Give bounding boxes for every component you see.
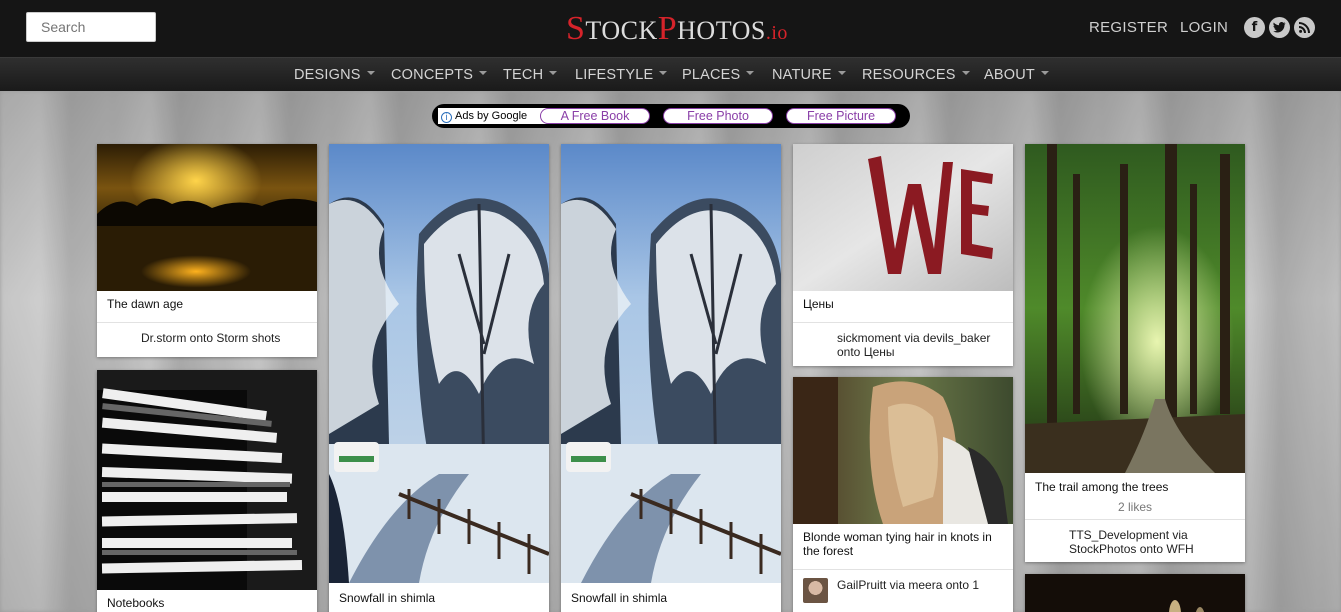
- pin-card[interactable]: Blonde woman tying hair in knots in the …: [793, 377, 1013, 612]
- ad-bar: i Ads by Google A Free Book Free Photo Fr…: [432, 104, 910, 128]
- info-icon: i: [441, 112, 452, 123]
- nav-lifestyle[interactable]: LIFESTYLE: [575, 67, 668, 83]
- pin-image[interactable]: [97, 370, 317, 590]
- nav-nature[interactable]: NATURE: [772, 67, 846, 83]
- avatar[interactable]: [803, 578, 828, 603]
- pin-image[interactable]: [97, 144, 317, 291]
- pin-title[interactable]: Snowfall in shimla: [571, 591, 771, 605]
- ad-link[interactable]: Free Picture: [786, 108, 896, 124]
- login-link[interactable]: LOGIN: [1180, 19, 1228, 36]
- pin-image[interactable]: [329, 144, 549, 583]
- pin-image[interactable]: [793, 144, 1013, 291]
- site-logo[interactable]: STOCKPHOTOS.io: [566, 10, 788, 47]
- likes-count: 2 likes: [1117, 500, 1152, 514]
- chevron-down-icon: [837, 71, 846, 76]
- chevron-down-icon: [549, 71, 558, 76]
- chevron-down-icon: [961, 71, 970, 76]
- pin-image[interactable]: [1025, 574, 1245, 612]
- register-link[interactable]: REGISTER: [1089, 19, 1168, 36]
- pin-card[interactable]: Notebooks: [97, 370, 317, 612]
- pin-card[interactable]: Snowfall in shimla: [329, 144, 549, 612]
- pin-card[interactable]: Цены sickmoment via devils_baker onto Це…: [793, 144, 1013, 366]
- pin-attribution: TTS_Development via StockPhotos onto WFH: [1025, 519, 1245, 562]
- twitter-icon[interactable]: [1269, 17, 1290, 38]
- chevron-down-icon: [659, 71, 668, 76]
- rss-icon[interactable]: [1294, 17, 1315, 38]
- nav-places[interactable]: PLACES: [682, 67, 755, 83]
- ad-link[interactable]: A Free Book: [540, 108, 650, 124]
- search-input[interactable]: [26, 12, 156, 42]
- chevron-down-icon: [746, 71, 755, 76]
- pin-attribution: GailPruitt via meera onto 1: [793, 569, 1013, 612]
- chevron-down-icon: [479, 71, 488, 76]
- top-bar: STOCKPHOTOS.io REGISTER LOGIN f: [0, 0, 1341, 57]
- pin-card[interactable]: Snowfall in shimla: [561, 144, 781, 612]
- pin-title[interactable]: The dawn age: [107, 297, 307, 311]
- pin-card[interactable]: The dawn age Dr.storm onto Storm shots: [97, 144, 317, 357]
- nav-resources[interactable]: RESOURCES: [862, 67, 970, 83]
- chevron-down-icon: [1040, 71, 1049, 76]
- facebook-icon[interactable]: f: [1244, 17, 1265, 38]
- main-nav: DESIGNS CONCEPTS TECH LIFESTYLE PLACES N…: [0, 57, 1341, 91]
- pin-image[interactable]: [561, 144, 781, 583]
- nav-about[interactable]: ABOUT: [984, 67, 1049, 83]
- pin-attribution: Dr.storm onto Storm shots: [97, 322, 317, 357]
- nav-designs[interactable]: DESIGNS: [294, 67, 375, 83]
- pin-title[interactable]: Notebooks: [107, 596, 307, 610]
- pin-card[interactable]: [1025, 574, 1245, 612]
- pin-attribution: sickmoment via devils_baker onto Цены: [793, 322, 1013, 366]
- pin-title[interactable]: Blonde woman tying hair in knots in the …: [803, 530, 1003, 558]
- pin-title[interactable]: Цены: [803, 297, 1003, 311]
- pin-title[interactable]: The trail among the trees: [1035, 480, 1235, 494]
- nav-concepts[interactable]: CONCEPTS: [391, 67, 488, 83]
- pin-card[interactable]: The trail among the trees 2 likes TTS_De…: [1025, 144, 1245, 562]
- pin-image[interactable]: [793, 377, 1013, 524]
- ad-link[interactable]: Free Photo: [663, 108, 773, 124]
- nav-tech[interactable]: TECH: [503, 67, 558, 83]
- pin-image[interactable]: [1025, 144, 1245, 473]
- pin-title[interactable]: Snowfall in shimla: [339, 591, 539, 605]
- chevron-down-icon: [366, 71, 375, 76]
